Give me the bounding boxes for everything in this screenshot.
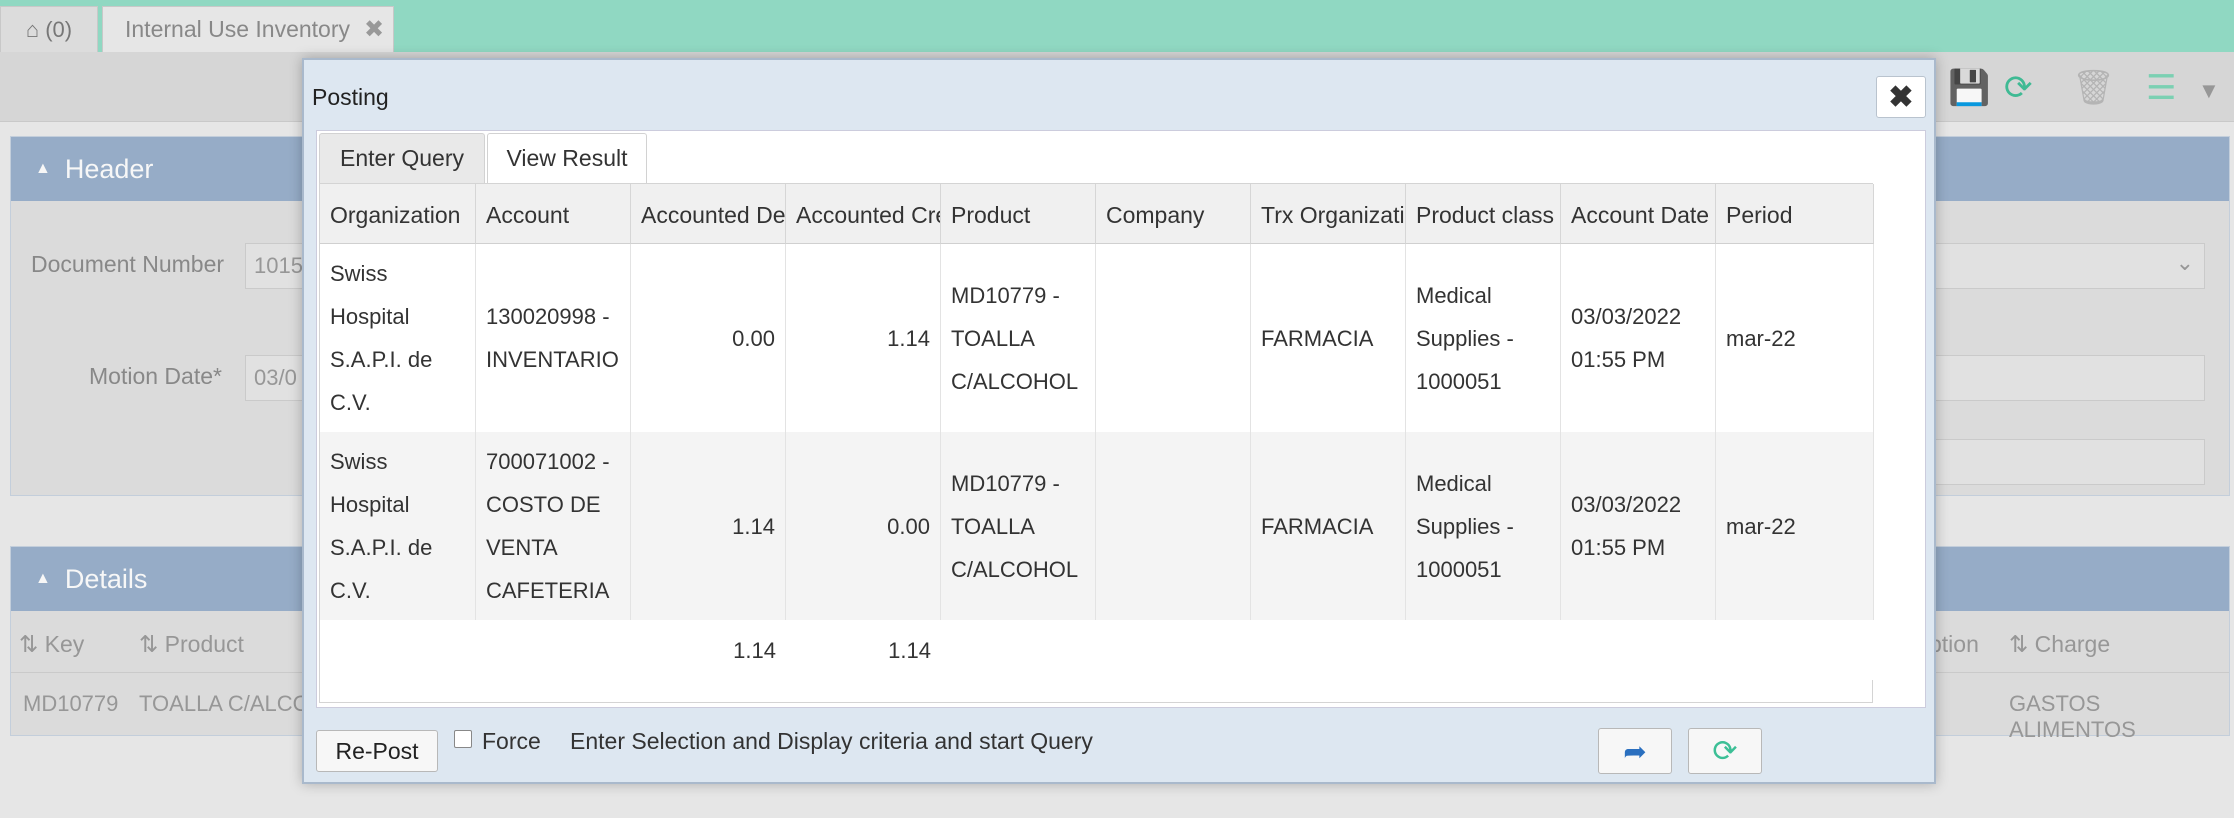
dialog-body: Enter Query View Result Organization Acc… — [316, 130, 1926, 708]
home-tab[interactable]: ⌂ (0) — [0, 6, 98, 52]
cell-product: MD10779 - TOALLA C/ALCOHOL — [941, 432, 1096, 620]
force-label: Force — [482, 728, 541, 754]
posting-dialog: Posting ✖ Enter Query View Result Organi… — [302, 58, 1936, 784]
col-accounted-credit[interactable]: Accounted Cre — [786, 184, 941, 244]
force-checkbox[interactable] — [454, 730, 472, 748]
tab-enter-query[interactable]: Enter Query — [319, 133, 485, 183]
cell-period: mar-22 — [1716, 432, 1874, 620]
home-tab-count: (0) — [45, 16, 73, 42]
total-debit: 1.14 — [733, 637, 776, 663]
document-tab[interactable]: Internal Use Inventory ✖ — [102, 6, 394, 52]
cell-account: 700071002 - COSTO DE VENTA CAFETERIA — [476, 432, 631, 620]
cell-product-class: Medical Supplies -1000051 — [1406, 244, 1561, 432]
cell-account-date: 03/03/2022 01:55 PM — [1561, 244, 1716, 432]
home-icon: ⌂ — [25, 16, 40, 42]
cell-company — [1096, 244, 1251, 432]
col-account[interactable]: Account — [476, 184, 631, 244]
cell-company — [1096, 432, 1251, 620]
repost-button[interactable]: Re-Post — [316, 730, 438, 772]
cell-account-date: 03/03/2022 01:55 PM — [1561, 432, 1716, 620]
totals-row: 1.14 1.14 — [320, 620, 1874, 680]
col-company[interactable]: Company — [1096, 184, 1251, 244]
cell-organization: Swiss Hospital S.A.P.I. de C.V. — [320, 244, 476, 432]
totals-spacer — [320, 620, 631, 680]
total-credit: 1.14 — [888, 637, 931, 663]
cell-period: mar-22 — [1716, 244, 1874, 432]
cell-product-class: Medical Supplies -1000051 — [1406, 432, 1561, 620]
col-trx-organization[interactable]: Trx Organizatio — [1251, 184, 1406, 244]
export-icon: ➦ — [1623, 735, 1647, 767]
status-text: Enter Selection and Display criteria and… — [570, 728, 1093, 754]
col-account-date[interactable]: Account Date — [1561, 184, 1716, 244]
cell-organization: Swiss Hospital S.A.P.I. de C.V. — [320, 432, 476, 620]
col-product[interactable]: Product — [941, 184, 1096, 244]
cell-trx-organization: FARMACIA — [1251, 432, 1406, 620]
cell-credit: 1.14 — [786, 244, 941, 432]
dialog-footer: Re-Post Force Enter Selection and Displa… — [316, 726, 1926, 778]
document-tab-label: Internal Use Inventory — [125, 16, 351, 42]
export-button[interactable]: ➦ — [1598, 728, 1672, 774]
col-product-class[interactable]: Product class — [1406, 184, 1561, 244]
cell-trx-organization: FARMACIA — [1251, 244, 1406, 432]
refresh-icon: ⟳ — [1712, 734, 1738, 768]
result-table: Organization Account Accounted Del Accou… — [319, 183, 1874, 703]
cell-product: MD10779 - TOALLA C/ALCOHOL — [941, 244, 1096, 432]
refresh-button[interactable]: ⟳ — [1688, 728, 1762, 774]
cell-credit: 0.00 — [786, 432, 941, 620]
cell-debit: 1.14 — [631, 432, 786, 620]
cell-debit: 0.00 — [631, 244, 786, 432]
table-row[interactable]: Swiss Hospital S.A.P.I. de C.V. 130020998 -… — [320, 244, 1874, 432]
col-accounted-debit[interactable]: Accounted Del — [631, 184, 786, 244]
table-row[interactable]: Swiss Hospital S.A.P.I. de C.V. 700071002 -… — [320, 432, 1874, 620]
col-organization[interactable]: Organization — [320, 184, 476, 244]
col-period[interactable]: Period — [1716, 184, 1874, 244]
tab-view-result[interactable]: View Result — [487, 133, 647, 183]
cell-account: 130020998 - INVENTARIO — [476, 244, 631, 432]
dialog-title: Posting — [312, 84, 389, 110]
close-tab-icon[interactable]: ✖ — [364, 15, 384, 44]
close-icon[interactable]: ✖ — [1876, 76, 1926, 118]
